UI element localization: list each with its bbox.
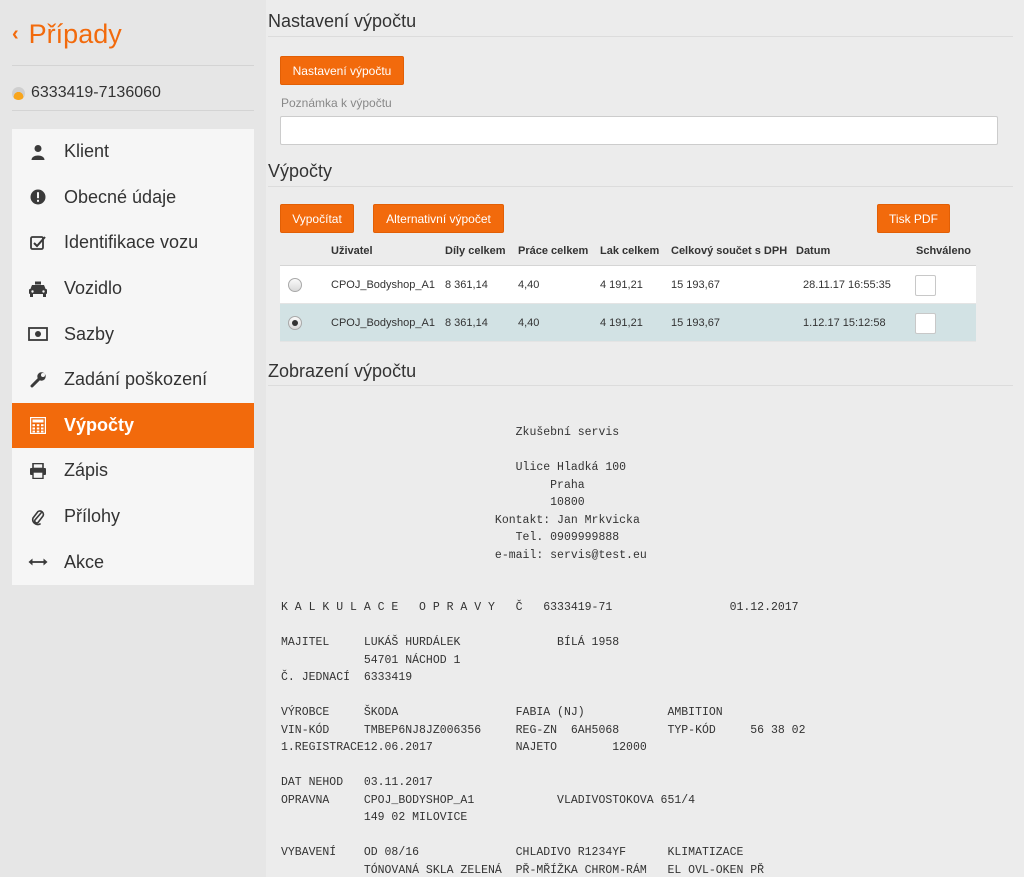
cell-labor: 4,40 — [518, 317, 540, 329]
divider — [268, 385, 1013, 386]
sidebar-item-vozidlo[interactable]: Vozidlo — [12, 266, 254, 312]
row-select-radio[interactable] — [288, 316, 302, 330]
sidebar-item-label: Zadání poškození — [64, 369, 208, 390]
note-label: Poznámka k výpočtu — [281, 96, 392, 110]
sidebar-item-label: Identifikace vozu — [64, 232, 199, 253]
col-total: Celkový součet s DPH — [671, 245, 788, 257]
cell-user: CPOJ_Bodyshop_A1 — [331, 279, 435, 291]
cell-date: 28.11.17 16:55:35 — [803, 279, 891, 291]
sidebar-item-label: Výpočty — [64, 414, 135, 435]
chevron-left-icon: ‹ — [12, 22, 19, 45]
table-row[interactable]: CPOJ_Bodyshop_A1 8 361,14 4,40 4 191,21 … — [280, 304, 976, 342]
paperclip-icon — [24, 508, 52, 526]
divider — [12, 110, 254, 111]
wrench-icon — [24, 371, 52, 388]
calcs-title: Výpočty — [268, 161, 333, 181]
sidebar-item-label: Vozidlo — [64, 278, 123, 299]
case-id-text: 6333419-7136060 — [31, 84, 161, 101]
table-row[interactable]: CPOJ_Bodyshop_A1 8 361,14 4,40 4 191,21 … — [280, 266, 976, 304]
divider — [12, 65, 254, 66]
calculation-report: Zkušební servis Ulice Hladká 100 Praha 1… — [281, 426, 806, 877]
cell-total: 15 193,67 — [671, 317, 720, 329]
checkbox-icon — [24, 235, 52, 251]
car-icon — [24, 281, 52, 297]
sidebar-item-akce[interactable]: Akce — [12, 539, 254, 585]
print-pdf-button[interactable]: Tisk PDF — [877, 204, 950, 233]
exclamation-circle-icon — [24, 189, 52, 205]
table-header: Uživatel Díly celkem Práce celkem Lak ce… — [280, 238, 976, 266]
sidebar-item-zadani-poskozeni[interactable]: Zadání poškození — [12, 357, 254, 403]
divider — [268, 36, 1013, 37]
col-paint: Lak celkem — [600, 245, 660, 257]
cell-user: CPOJ_Bodyshop_A1 — [331, 317, 435, 329]
banknote-icon — [24, 327, 52, 342]
sidebar-item-label: Obecné údaje — [64, 186, 177, 207]
cell-labor: 4,40 — [518, 279, 540, 291]
back-to-cases-link[interactable]: ‹ Případy — [12, 14, 122, 54]
approved-checkbox[interactable] — [915, 313, 936, 334]
col-labor: Práce celkem — [518, 245, 589, 257]
calc-settings-button[interactable]: Nastavení výpočtu — [280, 56, 404, 85]
calculations-table: Uživatel Díly celkem Práce celkem Lak ce… — [280, 238, 976, 342]
cell-date: 1.12.17 15:12:58 — [803, 317, 886, 329]
sidebar-item-vypocty[interactable]: Výpočty — [12, 402, 254, 449]
sidebar-item-label: Zápis — [64, 460, 109, 481]
sun-icon — [12, 86, 25, 100]
col-user: Uživatel — [331, 245, 373, 257]
sidebar-menu: Klient Obecné údaje Identifikace vozu Vo… — [12, 129, 254, 585]
sidebar-item-prilohy[interactable]: Přílohy — [12, 494, 254, 540]
sidebar-item-obecne-udaje[interactable]: Obecné údaje — [12, 175, 254, 221]
cell-parts: 8 361,14 — [445, 279, 488, 291]
user-icon — [24, 144, 52, 160]
sidebar: ‹ Případy 6333419-7136060 Klient Obecné … — [0, 0, 266, 877]
col-date: Datum — [796, 245, 831, 257]
sidebar-item-identifikace-vozu[interactable]: Identifikace vozu — [12, 220, 254, 266]
sidebar-item-label: Klient — [64, 141, 110, 162]
calculator-icon — [24, 416, 52, 434]
approved-checkbox[interactable] — [915, 275, 936, 296]
sidebar-item-zapis[interactable]: Zápis — [12, 448, 254, 494]
divider — [268, 186, 1013, 187]
sidebar-item-sazby[interactable]: Sazby — [12, 311, 254, 357]
row-select-radio[interactable] — [288, 278, 302, 292]
arrows-horizontal-icon — [24, 557, 52, 567]
col-approved: Schváleno — [916, 245, 972, 257]
cell-parts: 8 361,14 — [445, 317, 488, 329]
calculate-button[interactable]: Vypočítat — [280, 204, 354, 233]
display-title: Zobrazení výpočtu — [268, 361, 417, 381]
printer-icon — [24, 462, 52, 479]
alternative-calc-button[interactable]: Alternativní výpočet — [373, 204, 504, 233]
settings-title: Nastavení výpočtu — [268, 11, 417, 31]
main-content: Nastavení výpočtu Nastavení výpočtu Pozn… — [268, 0, 1013, 877]
back-label: Případy — [28, 18, 122, 49]
sidebar-item-label: Akce — [64, 551, 105, 572]
cell-paint: 4 191,21 — [600, 317, 643, 329]
cell-total: 15 193,67 — [671, 279, 720, 291]
sidebar-item-klient[interactable]: Klient — [12, 129, 254, 175]
sidebar-item-label: Sazby — [64, 323, 115, 344]
col-parts: Díly celkem — [445, 245, 506, 257]
case-id: 6333419-7136060 — [12, 84, 161, 102]
calc-note-input[interactable] — [280, 116, 998, 145]
cell-paint: 4 191,21 — [600, 279, 643, 291]
sidebar-item-label: Přílohy — [64, 506, 121, 527]
